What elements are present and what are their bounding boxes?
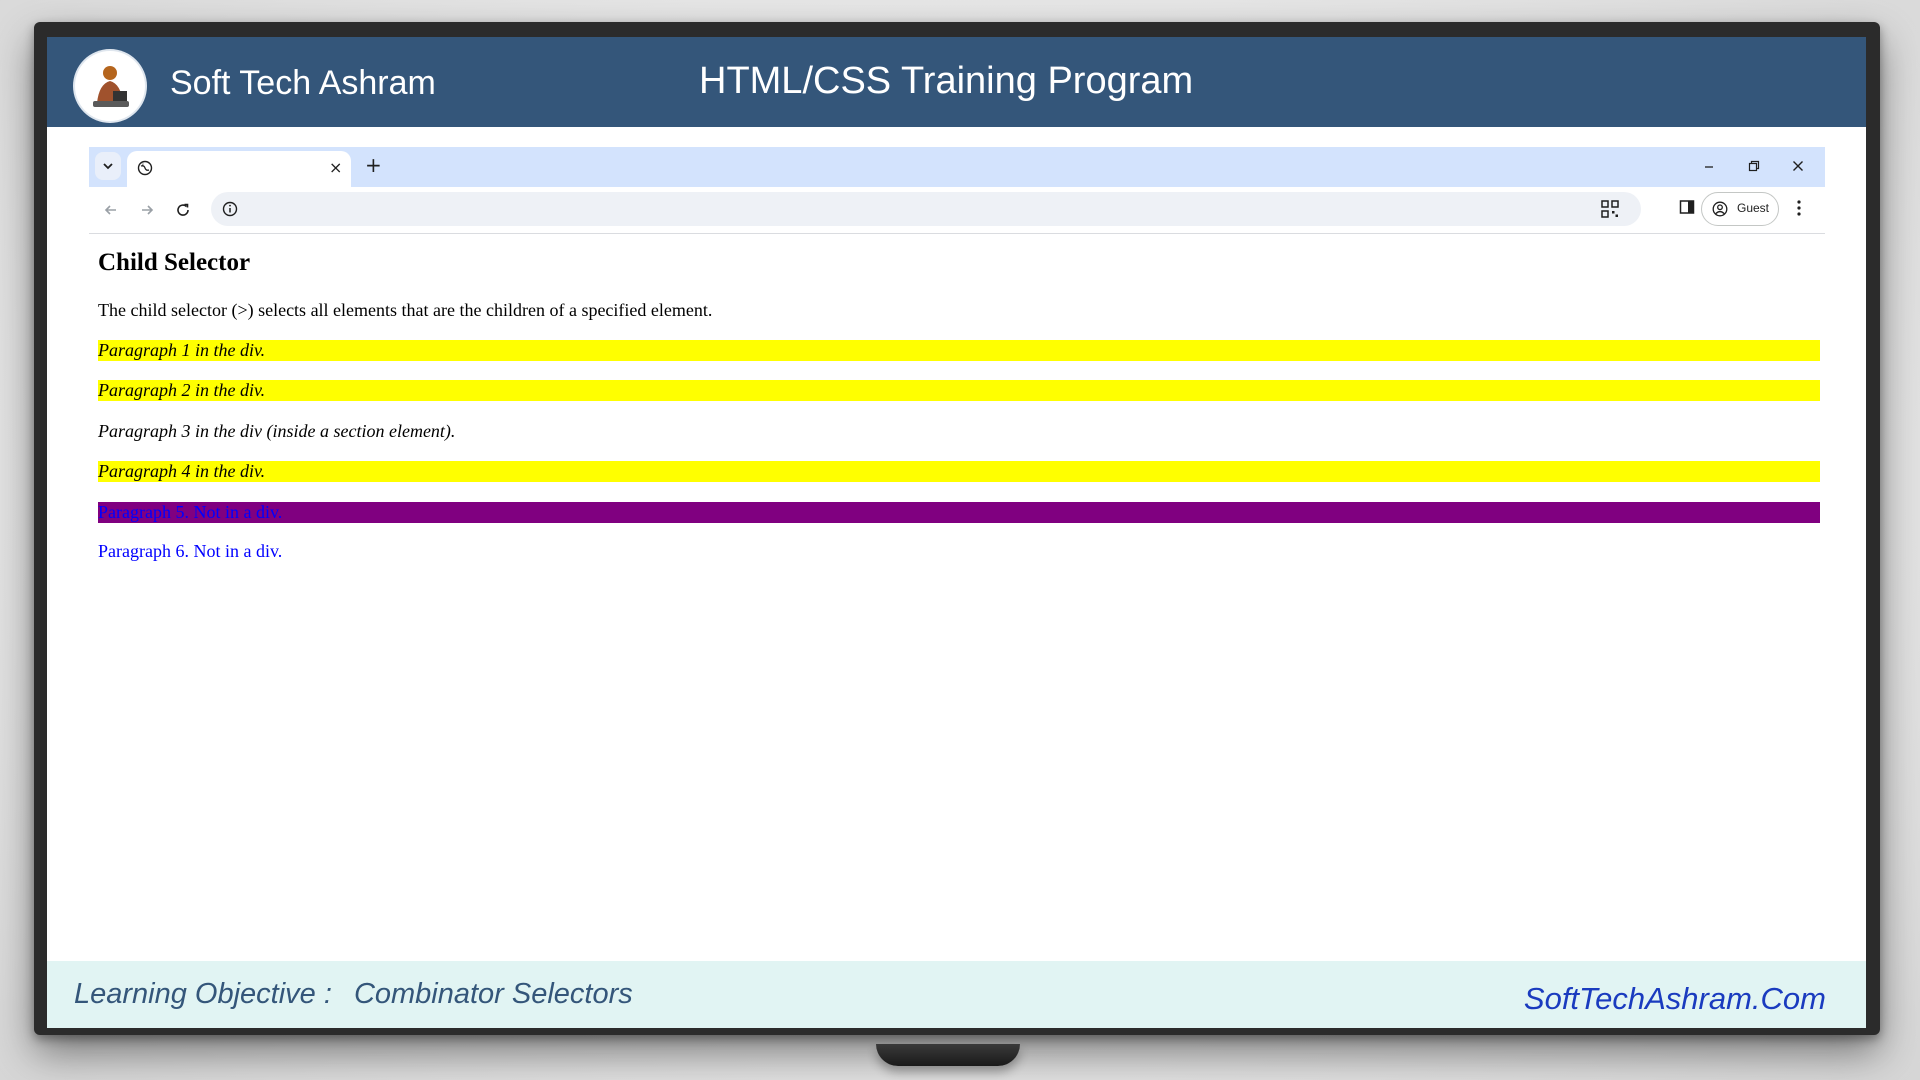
profile-button[interactable]: Guest: [1701, 192, 1779, 226]
address-bar[interactable]: [211, 192, 1641, 226]
tab-strip: × +: [89, 147, 1825, 187]
reload-button[interactable]: [171, 198, 195, 222]
profile-icon: [1712, 201, 1728, 217]
minimize-icon[interactable]: [1703, 161, 1715, 173]
footer-bar: Learning Objective : Combinator Selectors…: [47, 961, 1866, 1028]
brand-name: Soft Tech Ashram: [170, 64, 436, 102]
browser-window: × + Guest Child Selector The child selec…: [89, 147, 1825, 997]
paragraph: Paragraph 6. Not in a div.: [98, 541, 283, 561]
globe-icon: [137, 160, 153, 176]
paragraph: Paragraph 2 in the div.: [98, 380, 1820, 401]
paragraph: Paragraph 3 in the div (inside a section…: [98, 421, 456, 441]
info-icon[interactable]: [217, 196, 243, 222]
paragraph: Paragraph 4 in the div.: [98, 461, 1820, 482]
intro-text: The child selector (>) selects all eleme…: [98, 300, 713, 320]
learning-objective: Learning Objective : Combinator Selectors: [74, 978, 633, 1011]
page-heading: Child Selector: [98, 249, 251, 276]
profile-label: Guest: [1737, 201, 1770, 215]
program-title: HTML/CSS Training Program: [699, 60, 1194, 102]
restore-icon[interactable]: [1748, 160, 1760, 172]
side-panel-icon[interactable]: [1679, 199, 1695, 215]
qr-code-icon[interactable]: [1601, 200, 1619, 218]
slide-screen: Soft Tech Ashram HTML/CSS Training Progr…: [47, 37, 1866, 1028]
new-tab-button[interactable]: +: [365, 153, 382, 177]
arrow-left-icon: [104, 205, 116, 215]
reload-icon: [177, 203, 189, 216]
ashram-logo: [75, 51, 145, 121]
close-window-icon[interactable]: [1792, 160, 1804, 172]
paragraph: Paragraph 1 in the div.: [98, 340, 1820, 361]
kebab-menu-icon[interactable]: [1795, 199, 1803, 217]
chevron-down-icon: [103, 163, 113, 170]
paragraph: Paragraph 5. Not in a div.: [98, 502, 1820, 523]
tab-search-button[interactable]: [95, 152, 121, 180]
arrow-right-icon: [142, 205, 154, 215]
objective-label: Learning Objective :: [74, 978, 332, 1010]
forward-button[interactable]: [135, 198, 159, 222]
back-button[interactable]: [99, 198, 123, 222]
website-link[interactable]: SoftTechAshram.Com: [1524, 981, 1826, 1017]
browser-toolbar: Guest: [89, 187, 1825, 234]
objective-topic: Combinator Selectors: [353, 978, 633, 1010]
active-tab[interactable]: ×: [127, 151, 351, 187]
monitor-stand: [876, 1044, 1020, 1066]
top-banner: Soft Tech Ashram HTML/CSS Training Progr…: [47, 37, 1866, 127]
tab-close-icon[interactable]: ×: [329, 158, 342, 178]
